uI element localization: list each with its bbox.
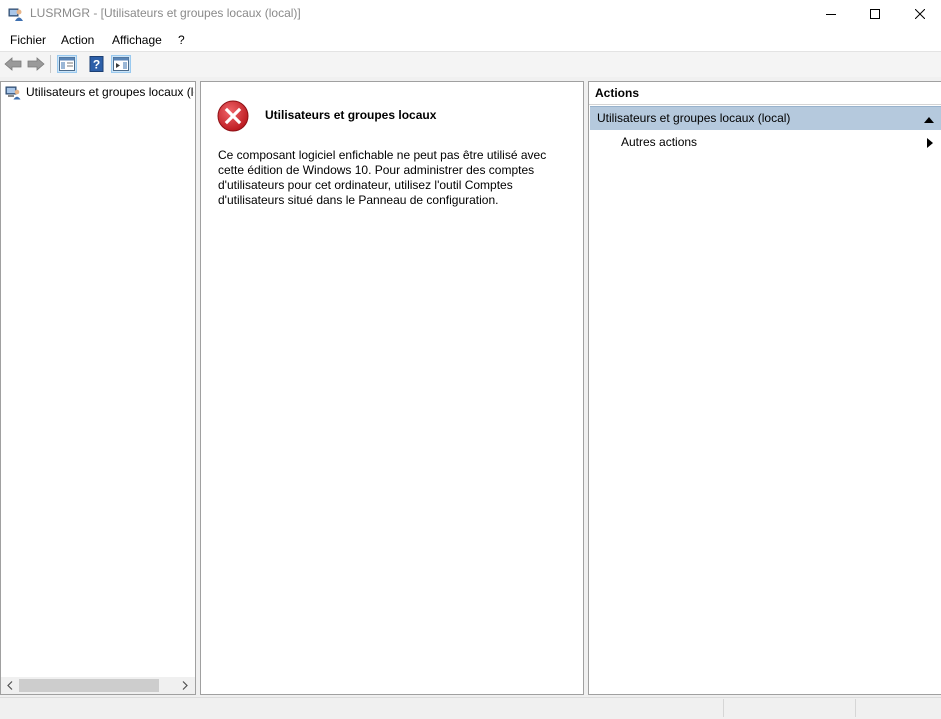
menu-action[interactable]: Action [61, 33, 94, 47]
forward-button[interactable] [26, 55, 46, 73]
app-icon[interactable] [8, 6, 24, 22]
back-button[interactable] [3, 55, 23, 73]
status-bar [0, 697, 941, 719]
message-title: Utilisateurs et groupes locaux [265, 108, 437, 122]
minimize-icon [826, 14, 836, 15]
scrollbar-thumb[interactable] [19, 679, 159, 692]
close-icon [915, 9, 925, 19]
back-arrow-icon [4, 57, 22, 71]
submenu-arrow-icon [927, 137, 933, 148]
users-computer-icon [5, 84, 21, 100]
window-title: LUSRMGR - [Utilisateurs et groupes locau… [30, 6, 301, 20]
collapse-up-icon[interactable] [924, 113, 934, 123]
error-icon [217, 100, 249, 132]
close-button[interactable] [897, 0, 941, 28]
svg-text:?: ? [93, 58, 100, 72]
show-hide-console-tree-button[interactable] [57, 55, 77, 73]
help-button[interactable]: ? [87, 55, 107, 73]
status-divider [855, 699, 856, 717]
show-hide-console-tree-icon [59, 57, 75, 71]
menu-help[interactable]: ? [178, 33, 185, 47]
show-hide-action-pane-button[interactable] [111, 55, 131, 73]
chevron-right-icon [182, 681, 188, 690]
toolbar [0, 51, 941, 78]
actions-title: Actions [595, 86, 640, 100]
menu-fichier[interactable]: Fichier [10, 33, 46, 47]
forward-arrow-icon [27, 57, 45, 71]
show-hide-action-pane-icon [113, 57, 129, 71]
scroll-left-button[interactable] [3, 679, 17, 692]
actions-pane [588, 81, 941, 695]
actions-section-label: Utilisateurs et groupes locaux (local) [597, 111, 791, 125]
maximize-icon [870, 9, 880, 19]
maximize-button[interactable] [852, 0, 898, 28]
tree-item-label: Utilisateurs et groupes locaux (local) [26, 85, 194, 99]
more-actions-label: Autres actions [621, 135, 698, 149]
menu-affichage[interactable]: Affichage [112, 33, 162, 47]
status-divider [723, 699, 724, 717]
chevron-left-icon [7, 681, 13, 690]
toolbar-separator [50, 55, 51, 73]
help-icon: ? [89, 56, 104, 72]
minimize-button[interactable] [808, 0, 854, 28]
scroll-right-button[interactable] [178, 679, 192, 692]
actions-header [589, 82, 941, 105]
console-tree-pane [0, 81, 196, 695]
message-body: Ce composant logiciel enfichable ne peut… [218, 148, 547, 207]
